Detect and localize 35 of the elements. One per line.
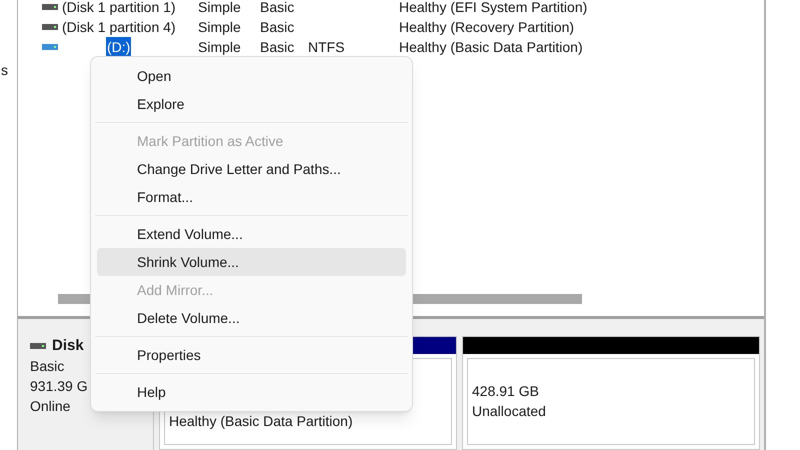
table-cell-text: Simple — [198, 18, 242, 37]
menu-item[interactable]: Format... — [97, 183, 406, 211]
table-cell-text: Healthy (EFI System Partition) — [399, 0, 588, 17]
menu-item[interactable]: Help — [97, 378, 406, 406]
table-cell-text: Healthy (Basic Data Partition) — [399, 38, 583, 57]
sidebar-text: s — [1, 61, 9, 80]
partition-block[interactable]: 428.91 GB Unallocated — [462, 336, 760, 450]
menu-item[interactable]: Shrink Volume... — [97, 248, 406, 276]
table-cell-text: Basic — [260, 0, 296, 16]
disk-status: Online — [30, 397, 70, 416]
table-cell: NTFS — [308, 38, 345, 54]
menu-item[interactable]: Explore — [97, 90, 406, 118]
table-cell-text: Basic — [260, 18, 296, 36]
table-cell-text: Healthy (Recovery Partition) — [399, 18, 574, 37]
partition-text: 428.91 GB — [472, 382, 540, 401]
table-cell-text: Simple — [198, 38, 242, 57]
drive-icon — [30, 342, 46, 350]
menu-item[interactable]: Extend Volume... — [97, 220, 406, 248]
drive-icon — [42, 3, 58, 11]
menu-item[interactable]: Open — [97, 62, 406, 90]
disk-title: Disk — [52, 336, 84, 356]
menu-item[interactable]: Properties — [97, 341, 406, 369]
volume-name[interactable]: (Disk 1 partition 4) — [62, 16, 176, 38]
menu-item[interactable]: Change Drive Letter and Paths... — [97, 155, 406, 183]
drive-icon — [42, 23, 58, 31]
partition-text: Healthy (Basic Data Partition) — [169, 412, 354, 431]
volume-name[interactable]: (Disk 1 partition 1) — [62, 0, 176, 18]
table-cell-text: Basic — [260, 38, 296, 56]
disk-type: Basic — [30, 357, 64, 376]
drive-icon — [42, 43, 58, 51]
disk-size: 931.39 G — [30, 377, 88, 396]
table-cell-text: Simple — [198, 0, 242, 17]
partition-text: Unallocated — [472, 402, 547, 421]
volume-name[interactable]: (D:) — [106, 36, 132, 58]
menu-item[interactable]: Delete Volume... — [97, 304, 406, 332]
